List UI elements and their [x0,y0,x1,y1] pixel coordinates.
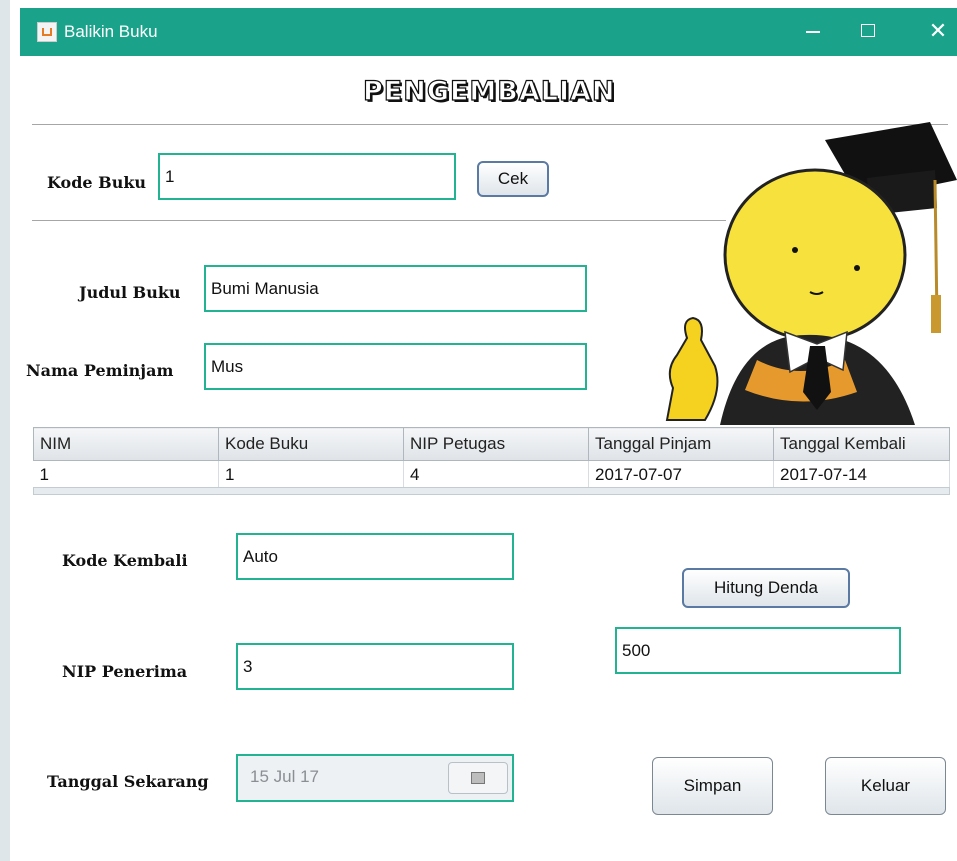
date-value: 15 Jul 17 [250,767,319,786]
minimize-button[interactable] [790,14,836,48]
loan-table[interactable]: NIM Kode Buku NIP Petugas Tanggal Pinjam… [33,427,950,489]
table-row[interactable]: 1 1 4 2017-07-07 2017-07-14 [33,460,950,489]
column-header[interactable]: Tanggal Pinjam [588,427,774,461]
nama-peminjam-label: Nama Peminjam [26,361,174,380]
calendar-button[interactable] [448,762,508,794]
kode-buku-label: Kode Buku [47,173,147,192]
graduate-mascot-image [665,122,957,425]
nip-penerima-label: NIP Penerima [62,662,188,681]
close-icon: ✕ [928,18,948,43]
kode-buku-input[interactable]: 1 [158,153,456,200]
minimize-icon [806,31,820,33]
column-header[interactable]: Kode Buku [218,427,404,461]
tanggal-sekarang-datepicker[interactable]: 15 Jul 17 [236,754,514,802]
table-cell: 1 [33,460,219,489]
java-icon [37,22,57,42]
nip-penerima-input[interactable]: 3 [236,643,514,690]
calendar-icon [471,772,485,784]
kode-kembali-label: Kode Kembali [62,551,188,570]
section-divider [32,220,726,221]
table-cell: 4 [403,460,589,489]
hitung-denda-button[interactable]: Hitung Denda [682,568,850,608]
table-cell: 2017-07-07 [588,460,774,489]
column-header[interactable]: NIM [33,427,219,461]
title-bar[interactable]: Balikin Buku ✕ [20,8,957,56]
table-cell: 2017-07-14 [773,460,950,489]
keluar-button[interactable]: Keluar [825,757,946,815]
denda-output-field[interactable]: 500 [615,627,901,674]
window-title: Balikin Buku [64,22,158,41]
table-scrollbar[interactable] [33,487,950,495]
table-cell: 1 [218,460,404,489]
column-header[interactable]: NIP Petugas [403,427,589,461]
simpan-button[interactable]: Simpan [652,757,773,815]
cek-button[interactable]: Cek [477,161,549,197]
close-button[interactable]: ✕ [915,14,957,48]
maximize-button[interactable] [845,14,891,48]
nama-peminjam-input[interactable]: Mus [204,343,587,390]
table-header-row: NIM Kode Buku NIP Petugas Tanggal Pinjam… [33,427,950,461]
judul-buku-label: Judul Buku [79,283,181,302]
maximize-icon [861,24,875,37]
judul-buku-input[interactable]: Bumi Manusia [204,265,587,312]
page-title: PENGEMBALIAN [362,75,616,107]
column-header[interactable]: Tanggal Kembali [773,427,950,461]
tanggal-sekarang-label: Tanggal Sekarang [47,772,209,791]
kode-kembali-input[interactable]: Auto [236,533,514,580]
